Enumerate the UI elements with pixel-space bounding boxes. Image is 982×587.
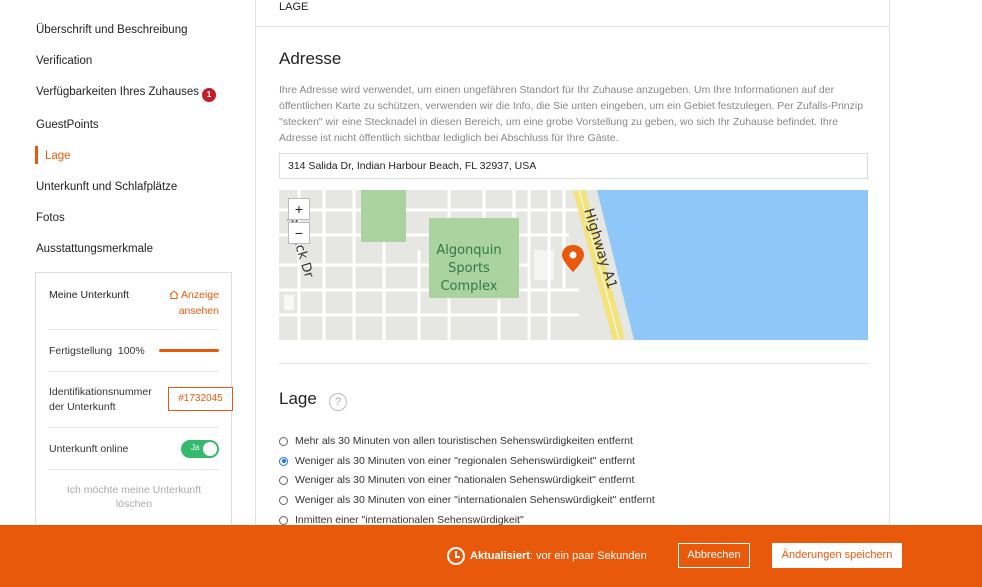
section-header: LAGE	[256, 0, 889, 27]
sidebar-item-label: GuestPoints	[36, 119, 99, 131]
radio-button[interactable]	[279, 436, 288, 446]
card-title: Meine Unterkunft	[49, 289, 129, 301]
location-option[interactable]: Mehr als 30 Minuten von allen touristisc…	[279, 433, 633, 449]
address-input[interactable]	[279, 153, 868, 179]
radio-button[interactable]	[279, 475, 288, 485]
sidebar-item-amenities[interactable]: Ausstattungsmerkmale	[36, 243, 153, 255]
view-listing-link[interactable]: Anzeige ansehen	[139, 287, 219, 319]
completion-progress-bar	[159, 349, 219, 352]
map-label-park-2: Sports	[448, 261, 490, 276]
home-icon	[169, 288, 179, 299]
notification-badge: 1	[202, 88, 217, 102]
sidebar-item-label: Verfügbarkeiten Ihres Zuhauses	[36, 86, 200, 98]
location-title: Lage	[279, 389, 317, 408]
sidebar-item-title-description[interactable]: Überschrift und Beschreibung	[36, 24, 188, 36]
radio-button[interactable]	[279, 456, 288, 466]
zoom-out-button[interactable]: −	[288, 222, 310, 244]
location-option-label: Weniger als 30 Minuten von einer "nation…	[295, 474, 635, 486]
sidebar-item-label: Lage	[45, 150, 71, 162]
save-button[interactable]: Änderungen speichern	[772, 543, 902, 568]
sidebar-item-photos[interactable]: Fotos	[36, 212, 65, 224]
divider	[48, 469, 219, 470]
map-canvas: Algonquin Sports Complex Highway A1 Patr…	[279, 190, 868, 340]
location-option-label: Mehr als 30 Minuten von allen touristisc…	[295, 435, 633, 447]
sidebar-item-availability[interactable]: Verfügbarkeiten Ihres Zuhauses 1	[36, 86, 217, 102]
sidebar-item-label: Unterkunft und Schlafplätze	[36, 181, 178, 193]
map-label-park-3: Complex	[440, 279, 497, 294]
radio-button[interactable]	[279, 515, 288, 525]
location-map[interactable]: Algonquin Sports Complex Highway A1 Patr…	[279, 190, 868, 340]
sidebar-item-label: Verification	[36, 55, 93, 67]
property-card: Meine Unterkunft Anzeige ansehen Fertigs…	[35, 272, 233, 524]
location-option[interactable]: Weniger als 30 Minuten von einer "region…	[279, 453, 635, 469]
sidebar-item-label: Fotos	[36, 212, 65, 224]
toggle-text: Ja	[191, 443, 200, 452]
location-option[interactable]: Weniger als 30 Minuten von einer "nation…	[279, 472, 634, 488]
divider	[48, 427, 219, 428]
toggle-knob	[203, 442, 217, 456]
property-id-value: #1732045	[168, 387, 233, 411]
sidebar-item-location[interactable]: Lage	[45, 150, 71, 162]
location-option-label: Weniger als 30 Minuten von einer "intern…	[295, 494, 655, 506]
help-icon[interactable]: ?	[329, 393, 347, 411]
online-label: Unterkunft online	[49, 443, 129, 455]
zoom-in-button[interactable]: +	[288, 198, 310, 220]
completion-label: Fertigstellung 100%	[49, 345, 145, 357]
map-label-park-1: Algonquin	[436, 243, 501, 258]
main-panel: LAGE Adresse Ihre Adresse wird verwendet…	[255, 0, 890, 540]
save-bar: Aktualisiert: vor ein paar Sekunden Abbr…	[0, 525, 982, 587]
location-option[interactable]: Weniger als 30 Minuten von einer "intern…	[279, 492, 655, 508]
view-listing-label: Anzeige ansehen	[178, 289, 219, 317]
sidebar-item-verification[interactable]: Verification	[36, 55, 92, 67]
location-option-label: Weniger als 30 Minuten von einer "region…	[295, 455, 635, 467]
sidebar-item-guestpoints[interactable]: GuestPoints	[36, 119, 99, 131]
sidebar-nav: Überschrift und Beschreibung Verificatio…	[0, 0, 240, 525]
section-header-label: LAGE	[279, 1, 309, 13]
completion-value: 100%	[117, 345, 145, 357]
sidebar-item-rooms[interactable]: Unterkunft und Schlafplätze	[36, 181, 177, 193]
address-title: Adresse	[279, 49, 342, 68]
property-id-label: Identifikationsnummer der Unterkunft	[49, 386, 152, 413]
delete-property-link[interactable]: Ich möchte meine Unterkunft löschen	[49, 483, 219, 511]
divider	[48, 329, 219, 330]
radio-button[interactable]	[279, 495, 288, 505]
divider	[48, 371, 219, 372]
update-status: Aktualisiert: vor ein paar Sekunden	[470, 550, 647, 562]
clock-icon	[447, 547, 465, 565]
active-indicator	[35, 146, 38, 164]
address-description: Ihre Adresse wird verwendet, um einen un…	[279, 84, 864, 144]
cancel-button[interactable]: Abbrechen	[678, 543, 750, 568]
divider	[279, 363, 868, 364]
sidebar-item-label: Überschrift und Beschreibung	[36, 24, 188, 36]
online-toggle[interactable]: Ja	[181, 440, 219, 458]
sidebar-item-label: Ausstattungsmerkmale	[36, 243, 153, 255]
